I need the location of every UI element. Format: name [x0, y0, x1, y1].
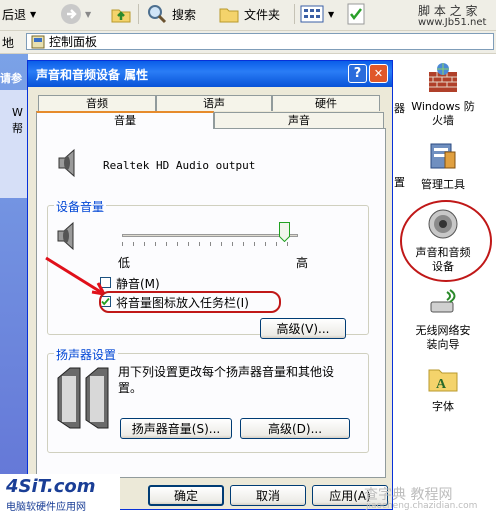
slider-ticks: [122, 242, 298, 246]
volume-slider[interactable]: [118, 222, 304, 250]
tab-audio[interactable]: 音频: [38, 95, 156, 111]
address-prefix: 地: [2, 36, 15, 50]
ok-button[interactable]: 确定: [148, 485, 224, 506]
task-pane-box: W 帮: [0, 90, 28, 198]
chevron-down-icon[interactable]: ▼: [85, 10, 91, 19]
icon-label: 管理工具: [421, 178, 465, 191]
folders-button[interactable]: 文件夹: [218, 3, 280, 25]
close-button[interactable]: ✕: [369, 64, 388, 83]
task-pane-heading: 请参: [0, 72, 22, 85]
icon-label: 无线网络安 装向导: [415, 324, 471, 351]
speaker-description: 用下列设置更改每个扬声器音量和其他设置。: [118, 365, 335, 395]
address-value: 控制面板: [49, 35, 98, 49]
watermark-bottom-url: jiaocheng.chazidian.com: [366, 501, 478, 511]
slider-high-label: 高: [296, 256, 309, 270]
task-item-1[interactable]: W: [12, 106, 23, 119]
fonts-folder-icon: A: [428, 369, 458, 392]
icon-label: Windows 防 火墙: [411, 100, 475, 127]
annotation-circle-icon: [400, 200, 492, 282]
tab-voice[interactable]: 语声: [156, 95, 272, 111]
task-item-2[interactable]: 帮: [12, 120, 23, 136]
up-folder-button[interactable]: [110, 3, 132, 25]
tab-hardware[interactable]: 硬件: [272, 95, 380, 111]
admin-tools-icon: [430, 143, 456, 169]
device-name: Realtek HD Audio output: [103, 159, 256, 172]
address-bar: 地 控制面板: [0, 31, 496, 54]
up-folder-icon: [111, 9, 131, 23]
folders-label: 文件夹: [244, 7, 281, 22]
folder-icon: [219, 8, 239, 23]
properties-button[interactable]: [346, 3, 366, 25]
chevron-down-icon[interactable]: ▼: [30, 10, 36, 19]
speaker-settings-group: 扬声器设置 用下列设置更改每个扬声器音量和其他设置。 扬声器音量(S)... 高…: [47, 346, 369, 453]
dialog-title: 声音和音频设备 属性: [36, 68, 149, 82]
cancel-button[interactable]: 取消: [230, 485, 306, 506]
device-volume-label: 设备音量: [54, 198, 107, 215]
site-logo: 4SiT.com 电脑软硬件应用网: [0, 474, 120, 514]
search-label: 搜索: [172, 7, 197, 22]
firewall-icon: [429, 63, 457, 92]
control-panel-icon: [31, 35, 45, 48]
views-button[interactable]: ▼: [300, 3, 334, 25]
watermark-url: www.Jb51.net: [418, 17, 487, 28]
speaker-settings-label: 扬声器设置: [54, 346, 119, 363]
slider-track: [122, 234, 298, 237]
logo-subtitle: 电脑软硬件应用网: [6, 502, 86, 513]
explorer-toolbar: 后退 ▼ ▼ 搜索 文件夹 ▼ 脚 本 之 家 www.Jb51.net: [0, 0, 496, 31]
search-button[interactable]: 搜索: [146, 3, 196, 25]
speaker-icon: [57, 221, 74, 251]
forward-button[interactable]: ▼: [60, 3, 91, 25]
tab-sounds[interactable]: 声音: [214, 112, 384, 128]
checkmark-document-icon: [347, 3, 365, 25]
icon-label: 字体: [432, 400, 454, 413]
search-icon: [148, 5, 167, 24]
fonts-item[interactable]: A 字体: [400, 362, 486, 414]
speakers-icon: [57, 367, 109, 429]
chevron-down-icon[interactable]: ▼: [328, 10, 334, 19]
wireless-network-icon: [430, 289, 456, 313]
dialog-titlebar[interactable]: 声音和音频设备 属性 ? ✕: [28, 61, 392, 87]
forward-arrow-icon: [61, 4, 81, 24]
logo-text: 4SiT.com: [6, 476, 96, 497]
slider-thumb[interactable]: [278, 222, 290, 243]
address-field[interactable]: 控制面板: [26, 33, 494, 50]
advanced-volume-button[interactable]: 高级(V)...: [260, 318, 346, 339]
tab-volume[interactable]: 音量: [36, 111, 214, 129]
wireless-setup-item[interactable]: 无线网络安 装向导: [400, 286, 486, 352]
speaker-advanced-button[interactable]: 高级(D)...: [240, 418, 350, 439]
annotation-arrow-icon: [45, 256, 281, 313]
views-grid-icon: [300, 5, 324, 23]
admin-tools-item[interactable]: 管理工具: [400, 140, 486, 192]
speaker-volume-button[interactable]: 扬声器音量(S)...: [120, 418, 232, 439]
back-button[interactable]: 后退 ▼: [2, 3, 36, 25]
speaker-icon: [58, 148, 75, 178]
windows-firewall-item[interactable]: Windows 防 火墙: [400, 62, 486, 128]
svg-text:A: A: [436, 377, 447, 392]
help-button[interactable]: ?: [348, 64, 367, 83]
task-pane: 请参 W 帮: [0, 54, 28, 514]
back-label: 后退: [2, 7, 27, 22]
